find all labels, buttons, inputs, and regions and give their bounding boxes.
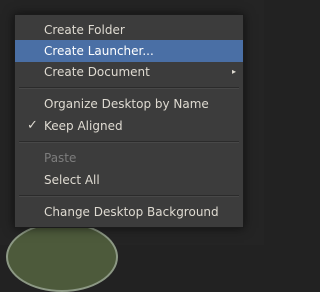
menu-separator — [19, 195, 239, 197]
wallpaper-graphic — [6, 222, 118, 292]
menu-separator — [19, 141, 239, 143]
menu-item-paste: Paste — [15, 147, 243, 169]
menu-item-select-all[interactable]: Select All — [15, 169, 243, 191]
desktop-context-menu: Create Folder Create Launcher... Create … — [14, 14, 244, 228]
menu-item-label: Create Folder — [44, 23, 125, 37]
menu-item-label: Change Desktop Background — [44, 205, 219, 219]
menu-item-label: Keep Aligned — [44, 119, 123, 133]
check-icon: ✓ — [27, 118, 38, 133]
menu-item-create-document[interactable]: Create Document ▸ — [15, 61, 243, 83]
menu-item-label: Organize Desktop by Name — [44, 97, 209, 111]
menu-separator — [19, 87, 239, 89]
menu-item-organize-desktop-by-name[interactable]: Organize Desktop by Name — [15, 93, 243, 115]
chevron-right-icon: ▸ — [231, 67, 236, 76]
menu-item-label: Paste — [44, 151, 77, 165]
menu-item-change-desktop-background[interactable]: Change Desktop Background — [15, 201, 243, 223]
menu-item-keep-aligned[interactable]: ✓ Keep Aligned — [15, 115, 243, 137]
menu-item-label: Create Document — [44, 65, 150, 79]
menu-item-create-folder[interactable]: Create Folder — [15, 19, 243, 41]
menu-item-create-launcher[interactable]: Create Launcher... — [15, 40, 243, 62]
menu-item-label: Select All — [44, 173, 100, 187]
desktop-background[interactable]: Create Folder Create Launcher... Create … — [0, 0, 264, 292]
menu-item-label: Create Launcher... — [44, 44, 154, 58]
